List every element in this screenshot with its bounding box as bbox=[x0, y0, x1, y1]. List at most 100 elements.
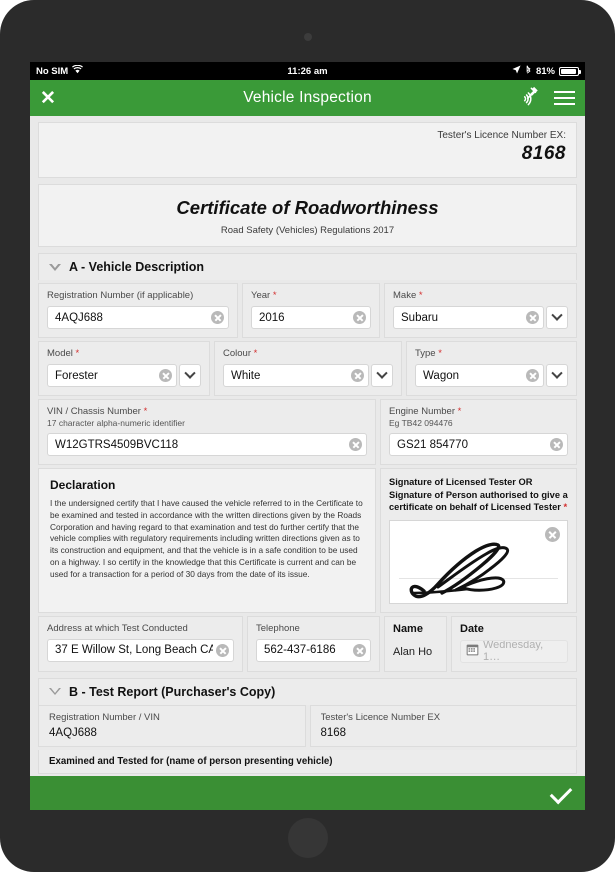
certificate-subtitle: Road Safety (Vehicles) Regulations 2017 bbox=[220, 225, 395, 236]
nav-right-actions bbox=[519, 86, 575, 111]
issue-date-placeholder: Wednesday, 1… bbox=[483, 639, 544, 663]
clear-icon[interactable] bbox=[353, 643, 366, 657]
model-input[interactable]: Forester bbox=[47, 364, 177, 387]
make-input[interactable]: Subaru bbox=[393, 306, 544, 329]
b-licence-cell: Tester's Licence Number EX 8168 bbox=[309, 704, 577, 747]
carrier-label: No SIM bbox=[36, 65, 69, 77]
tester-name-value: Alan Ho bbox=[393, 645, 433, 658]
model-label: Model bbox=[47, 348, 73, 359]
vehicle-row-1: Registration Number (if applicable) 4AQJ… bbox=[38, 283, 577, 338]
chevron-down-icon bbox=[551, 309, 563, 321]
section-b-header[interactable]: B - Test Report (Purchaser's Copy) bbox=[38, 677, 577, 705]
vin-value: W12GTRS4509BVC118 bbox=[55, 438, 179, 451]
clear-icon[interactable] bbox=[351, 369, 364, 382]
declaration-heading: Declaration bbox=[50, 478, 116, 492]
declaration-card: Declaration I the undersigned certify th… bbox=[38, 468, 376, 613]
year-label: Year bbox=[251, 290, 271, 301]
clear-icon[interactable] bbox=[526, 311, 539, 324]
type-dropdown-button[interactable] bbox=[546, 364, 568, 387]
required-marker: * bbox=[560, 502, 568, 514]
colour-input[interactable]: White bbox=[223, 364, 369, 387]
clear-icon[interactable] bbox=[349, 438, 362, 451]
form-scroll-area[interactable]: Tester's Licence Number EX: 8168 Certifi… bbox=[30, 116, 585, 776]
field-type: Type * Wagon bbox=[406, 341, 577, 396]
page-title: Vehicle Inspection bbox=[243, 89, 372, 106]
checkmark-icon[interactable] bbox=[549, 781, 573, 805]
required-marker: * bbox=[251, 348, 258, 359]
telephone-input[interactable]: 562-437-6186 bbox=[256, 638, 371, 662]
location-arrow-icon bbox=[512, 65, 521, 77]
vin-input[interactable]: W12GTRS4509BVC118 bbox=[47, 433, 367, 456]
telephone-value: 562-437-6186 bbox=[264, 644, 336, 657]
b-registration-cell: Registration Number / VIN 4AQJ688 bbox=[38, 704, 306, 747]
clear-icon[interactable] bbox=[526, 369, 539, 382]
field-year: Year * 2016 bbox=[242, 283, 380, 338]
section-a-header[interactable]: A - Vehicle Description bbox=[38, 253, 577, 280]
signature-drawing bbox=[409, 542, 510, 599]
type-input[interactable]: Wagon bbox=[415, 364, 544, 387]
chevron-down-icon bbox=[376, 367, 388, 379]
signature-card: Signature of Licensed Tester OR Signatur… bbox=[380, 468, 577, 613]
make-dropdown-button[interactable] bbox=[546, 306, 568, 329]
status-bar-left: No SIM bbox=[36, 64, 84, 77]
field-test-address: Address at which Test Conducted 37 E Wil… bbox=[38, 615, 243, 672]
declaration-text: I the undersigned certify that I have ca… bbox=[50, 498, 363, 579]
clear-icon[interactable] bbox=[211, 311, 224, 324]
tester-name-cell: Name Alan Ho bbox=[384, 615, 447, 672]
required-marker: * bbox=[72, 348, 80, 359]
battery-icon bbox=[559, 66, 581, 76]
app-nav-bar: ✕ Vehicle Inspection bbox=[30, 80, 585, 116]
chevron-down-icon bbox=[184, 367, 196, 379]
chevron-down-icon[interactable] bbox=[49, 262, 61, 271]
engine-input[interactable]: GS21 854770 bbox=[389, 433, 568, 456]
b-registration-label: Registration Number / VIN bbox=[49, 711, 160, 723]
colour-value: White bbox=[231, 369, 261, 382]
examined-tested-band: Examined and Tested for (name of person … bbox=[38, 749, 577, 774]
tablet-device-frame: No SIM 11:26 am 81% ✕ Vehicle Inspection bbox=[0, 0, 615, 872]
satellite-icon[interactable] bbox=[519, 86, 541, 111]
clear-icon[interactable] bbox=[353, 311, 366, 324]
issue-date-input[interactable]: Wednesday, 1… bbox=[460, 639, 568, 663]
section-b-title: B - Test Report (Purchaser's Copy) bbox=[69, 684, 276, 699]
b-registration-value: 4AQJ688 bbox=[49, 726, 97, 739]
calendar-icon bbox=[466, 643, 479, 659]
colour-dropdown-button[interactable] bbox=[371, 364, 393, 387]
section-b-summary-row: Registration Number / VIN 4AQJ688 Tester… bbox=[38, 704, 577, 747]
test-address-input[interactable]: 37 E Willow St, Long Beach CA bbox=[47, 638, 234, 662]
test-address-value: 37 E Willow St, Long Beach CA bbox=[55, 644, 213, 657]
year-input[interactable]: 2016 bbox=[251, 306, 371, 329]
type-label: Type bbox=[415, 348, 436, 359]
issue-date-cell: Date Wednesday, 1… bbox=[451, 615, 577, 672]
front-camera bbox=[303, 33, 312, 41]
model-value: Forester bbox=[55, 369, 98, 382]
signature-pad[interactable] bbox=[389, 519, 568, 604]
vehicle-row-2: Model * Forester Colour * White Type * W… bbox=[38, 341, 577, 396]
chevron-down-icon bbox=[551, 367, 563, 379]
required-marker: * bbox=[435, 348, 442, 359]
required-marker: * bbox=[416, 290, 423, 301]
field-registration-number: Registration Number (if applicable) 4AQJ… bbox=[38, 283, 238, 338]
field-vin: VIN / Chassis Number * 17 character alph… bbox=[38, 399, 376, 465]
clear-icon[interactable] bbox=[550, 438, 563, 451]
close-icon[interactable]: ✕ bbox=[40, 89, 56, 108]
chevron-down-icon[interactable] bbox=[49, 687, 61, 696]
clear-icon[interactable] bbox=[216, 643, 229, 657]
status-bar-clock: 11:26 am bbox=[287, 65, 328, 77]
test-address-label: Address at which Test Conducted bbox=[47, 622, 188, 634]
engine-hint: Eg TB42 094476 bbox=[389, 418, 453, 428]
registration-input[interactable]: 4AQJ688 bbox=[47, 306, 229, 329]
certificate-title-card: Certificate of Roadworthiness Road Safet… bbox=[38, 184, 577, 247]
signature-label: Signature of Licensed Tester OR Signatur… bbox=[389, 477, 568, 513]
certificate-title: Certificate of Roadworthiness bbox=[176, 197, 439, 218]
engine-value: GS21 854770 bbox=[397, 438, 468, 451]
type-value: Wagon bbox=[423, 369, 460, 382]
tester-licence-card: Tester's Licence Number EX: 8168 bbox=[38, 122, 577, 178]
section-a-title: A - Vehicle Description bbox=[69, 260, 204, 274]
hamburger-menu-icon[interactable] bbox=[554, 90, 575, 106]
required-marker: * bbox=[455, 406, 462, 417]
home-button[interactable] bbox=[287, 818, 328, 858]
vin-label: VIN / Chassis Number bbox=[47, 406, 141, 417]
clear-icon[interactable] bbox=[159, 369, 172, 382]
model-dropdown-button[interactable] bbox=[179, 364, 201, 387]
wifi-icon bbox=[72, 64, 84, 77]
